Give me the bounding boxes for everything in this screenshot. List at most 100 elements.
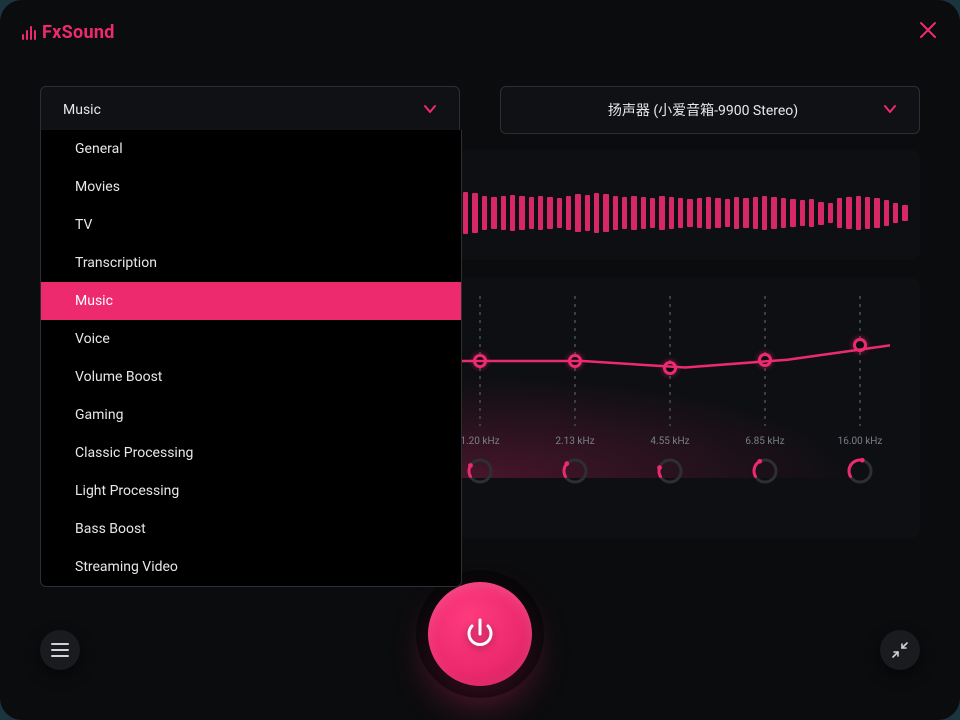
- eq-slider-thumb[interactable]: [853, 338, 867, 352]
- spectrum-bar: [715, 198, 720, 227]
- spectrum-bar: [771, 197, 776, 228]
- eq-slider-track[interactable]: [669, 296, 671, 426]
- eq-slider-thumb[interactable]: [473, 354, 487, 368]
- spectrum-bar: [613, 196, 618, 229]
- preset-option[interactable]: Music: [41, 282, 461, 320]
- eq-band-knob[interactable]: [751, 457, 779, 485]
- eq-band-knob[interactable]: [656, 457, 684, 485]
- preset-option[interactable]: Transcription: [41, 244, 461, 282]
- spectrum-bar: [557, 198, 562, 227]
- spectrum-bar: [669, 197, 674, 228]
- preset-option[interactable]: Bass Boost: [41, 510, 461, 548]
- preset-option[interactable]: Movies: [41, 168, 461, 206]
- close-button[interactable]: [918, 20, 938, 40]
- eq-band-label: 2.13 kHz: [555, 436, 594, 447]
- spectrum-bar: [762, 196, 767, 229]
- eq-band: 6.85 kHz: [735, 296, 795, 522]
- spectrum-bar: [501, 196, 506, 229]
- spectrum-bar: [631, 196, 636, 229]
- spectrum-bar: [893, 203, 898, 224]
- spectrum-bar: [874, 198, 879, 227]
- spectrum-bar: [566, 196, 571, 229]
- spectrum-bar: [809, 199, 814, 226]
- spectrum-bar: [856, 196, 861, 229]
- power-button[interactable]: [428, 582, 532, 686]
- spectrum-bar: [472, 193, 477, 233]
- spectrum-bar: [622, 197, 627, 228]
- logo-bars-icon: [22, 26, 36, 40]
- preset-option[interactable]: Voice: [41, 320, 461, 358]
- eq-slider-track[interactable]: [479, 296, 481, 426]
- spectrum-bar: [846, 197, 851, 228]
- spectrum-bar: [603, 194, 608, 232]
- spectrum-bar: [753, 197, 758, 228]
- spectrum-bar: [529, 197, 534, 228]
- spectrum-bar: [482, 196, 487, 229]
- spectrum-bar: [725, 199, 730, 226]
- preset-option[interactable]: Volume Boost: [41, 358, 461, 396]
- spectrum-bar: [706, 197, 711, 228]
- spectrum-bar: [547, 197, 552, 228]
- spectrum-bar: [790, 199, 795, 226]
- mini-mode-button[interactable]: [880, 630, 920, 670]
- eq-band-knob[interactable]: [466, 457, 494, 485]
- power-icon: [462, 616, 498, 652]
- menu-button[interactable]: [40, 630, 80, 670]
- eq-band-label: 4.55 kHz: [650, 436, 689, 447]
- spectrum-bar: [902, 205, 907, 222]
- app-name: FxSound: [42, 22, 115, 43]
- preset-option[interactable]: General: [41, 130, 461, 168]
- preset-option[interactable]: Light Processing: [41, 472, 461, 510]
- eq-band-label: 1.20 kHz: [460, 436, 499, 447]
- spectrum-bar: [837, 198, 842, 227]
- eq-slider-track[interactable]: [764, 296, 766, 426]
- eq-band-label: 6.85 kHz: [745, 436, 784, 447]
- spectrum-bar: [575, 194, 580, 232]
- preset-option[interactable]: Classic Processing: [41, 434, 461, 472]
- preset-option[interactable]: Gaming: [41, 396, 461, 434]
- eq-band: 2.13 kHz: [545, 296, 605, 522]
- spectrum-bar: [594, 193, 599, 233]
- preset-dropdown[interactable]: GeneralMoviesTVTranscriptionMusicVoiceVo…: [40, 130, 462, 587]
- eq-slider-thumb[interactable]: [758, 353, 772, 367]
- spectrum-bar: [687, 199, 692, 226]
- spectrum-bar: [743, 198, 748, 227]
- preset-select-value: Music: [63, 102, 101, 118]
- app-logo: FxSound: [22, 22, 115, 43]
- spectrum-bar: [519, 196, 524, 229]
- spectrum-bar: [510, 195, 515, 231]
- collapse-icon: [892, 642, 908, 658]
- spectrum-bar: [659, 196, 664, 229]
- spectrum-bar: [678, 198, 683, 227]
- hamburger-icon: [51, 643, 69, 657]
- spectrum-bar: [641, 197, 646, 228]
- spectrum-bar: [828, 203, 833, 224]
- eq-slider-thumb[interactable]: [663, 361, 677, 375]
- selector-row: Music 扬声器 (小爱音箱-9900 Stereo): [40, 86, 920, 134]
- close-icon: [918, 20, 938, 40]
- preset-option[interactable]: TV: [41, 206, 461, 244]
- spectrum-bar: [781, 198, 786, 227]
- eq-slider-track[interactable]: [859, 296, 861, 426]
- eq-band-knob[interactable]: [561, 457, 589, 485]
- spectrum-bar: [585, 195, 590, 231]
- eq-band: 4.55 kHz: [640, 296, 700, 522]
- spectrum-bar: [884, 200, 889, 225]
- title-bar: FxSound: [0, 0, 960, 60]
- spectrum-bar: [650, 198, 655, 227]
- spectrum-bar: [865, 197, 870, 228]
- eq-band-label: 16.00 kHz: [838, 436, 883, 447]
- output-device-select[interactable]: 扬声器 (小爱音箱-9900 Stereo): [500, 86, 920, 134]
- eq-slider-thumb[interactable]: [568, 354, 582, 368]
- eq-band: 16.00 kHz: [830, 296, 890, 522]
- eq-band-knob[interactable]: [846, 457, 874, 485]
- spectrum-bar: [538, 196, 543, 229]
- preset-option[interactable]: Streaming Video: [41, 548, 461, 586]
- eq-slider-track[interactable]: [574, 296, 576, 426]
- spectrum-bar: [491, 197, 496, 228]
- spectrum-bar: [734, 197, 739, 228]
- spectrum-bar: [818, 202, 823, 225]
- preset-select[interactable]: Music: [40, 86, 460, 134]
- chevron-down-icon: [883, 102, 897, 119]
- chevron-down-icon: [423, 102, 437, 119]
